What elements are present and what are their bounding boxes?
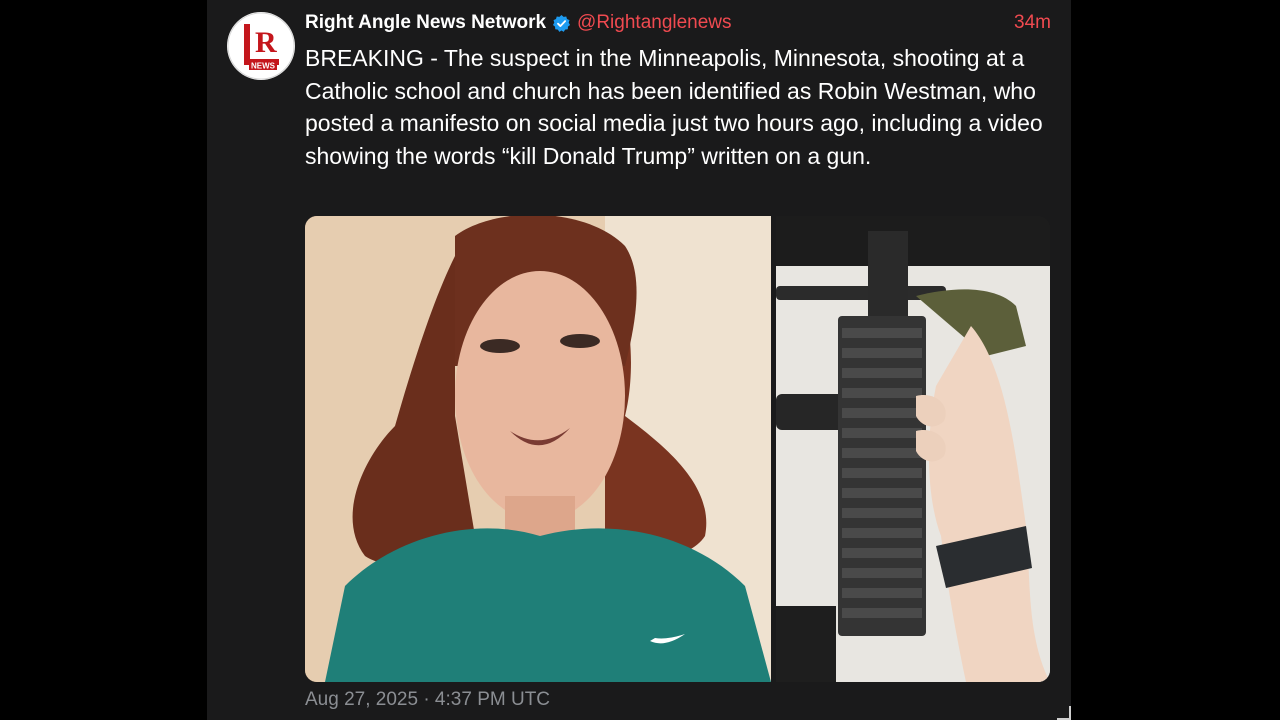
- right-angle-news-logo: R NEWS: [227, 12, 295, 80]
- media-photo-1[interactable]: [305, 216, 771, 682]
- tweet-text: BREAKING - The suspect in the Minneapoli…: [305, 45, 1043, 169]
- avatar[interactable]: R NEWS: [227, 12, 295, 80]
- tweet-date[interactable]: Aug 27, 2025 · 4:37 PM UTC: [305, 689, 550, 711]
- time-ago[interactable]: 34m: [1014, 12, 1051, 34]
- magazine-photo: [776, 216, 1050, 682]
- resize-handle-icon: [1057, 706, 1071, 720]
- person-video-still: [305, 216, 771, 682]
- user-handle[interactable]: @Rightanglenews: [577, 12, 732, 34]
- media-grid: [305, 216, 1050, 682]
- svg-text:R: R: [255, 26, 277, 59]
- display-name[interactable]: Right Angle News Network: [305, 12, 546, 34]
- tweet-card[interactable]: R NEWS Right Angle News Network @Rightan…: [207, 0, 1071, 720]
- verified-badge-icon: [552, 14, 571, 33]
- media-photo-2[interactable]: [776, 216, 1050, 682]
- svg-text:NEWS: NEWS: [251, 62, 276, 71]
- tweet-header: Right Angle News Network @Rightanglenews…: [305, 10, 1051, 36]
